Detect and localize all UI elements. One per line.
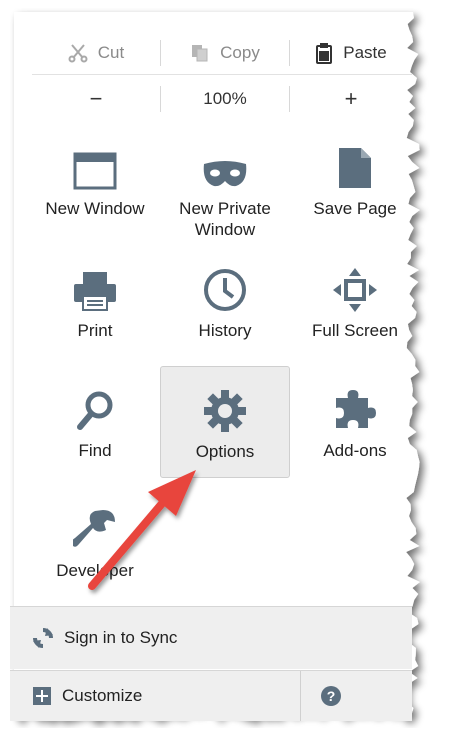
new-private-window-label: New Private Window	[179, 199, 271, 239]
firefox-menu-panel: Cut Copy Paste − 100% + New Window New P…	[10, 8, 430, 728]
clipboard-icon	[316, 43, 333, 64]
svg-text:?: ?	[327, 688, 336, 704]
new-window-label: New Window	[45, 199, 145, 218]
new-window-button[interactable]: New Window	[30, 128, 160, 240]
find-label: Find	[78, 441, 112, 460]
zoom-in-button[interactable]: +	[290, 82, 412, 116]
sync-icon	[33, 628, 53, 648]
wrench-icon	[73, 510, 115, 547]
copy-button[interactable]: Copy	[161, 36, 289, 70]
history-label: History	[198, 321, 252, 340]
cut-button[interactable]: Cut	[32, 36, 160, 70]
print-button[interactable]: Print	[30, 250, 160, 362]
magnifier-icon	[77, 391, 113, 430]
scissors-icon	[68, 44, 88, 63]
zoom-controls-row: − 100% +	[32, 82, 412, 116]
copy-icon	[192, 45, 208, 62]
zoom-reset-button[interactable]: 100%	[161, 82, 289, 116]
full-screen-label: Full Screen	[312, 321, 398, 340]
zoom-level: 100%	[203, 89, 247, 108]
printer-icon	[74, 272, 116, 311]
divider	[32, 74, 412, 75]
find-button[interactable]: Find	[30, 370, 160, 482]
plus-square-icon	[33, 687, 51, 705]
save-page-label: Save Page	[313, 199, 397, 218]
add-ons-label: Add-ons	[323, 441, 387, 460]
cut-label: Cut	[97, 43, 125, 62]
plus-icon: +	[344, 86, 358, 111]
developer-button[interactable]: Developer	[30, 490, 160, 602]
copy-label: Copy	[220, 43, 260, 62]
edit-controls-row: Cut Copy Paste	[32, 36, 412, 70]
page-icon	[339, 148, 371, 188]
developer-label: Developer	[56, 561, 134, 580]
customize-label: Customize	[62, 686, 143, 705]
save-page-button[interactable]: Save Page	[290, 128, 420, 240]
sync-label: Sign in to Sync	[64, 628, 178, 647]
paste-button[interactable]: Paste	[290, 36, 412, 70]
help-button[interactable]: ?	[301, 671, 361, 721]
sign-in-to-sync-button[interactable]: Sign in to Sync	[10, 606, 412, 669]
paste-label: Paste	[343, 43, 387, 62]
history-button[interactable]: History	[160, 250, 290, 362]
add-ons-button[interactable]: Add-ons	[290, 370, 420, 482]
window-icon	[73, 152, 117, 190]
footer-bottom-bar: Customize ?	[10, 670, 412, 721]
customize-button[interactable]: Customize	[10, 671, 301, 721]
clock-icon	[204, 269, 246, 311]
new-private-window-button[interactable]: New Private Window	[160, 128, 290, 240]
gear-icon	[204, 390, 246, 432]
options-label: Options	[195, 442, 255, 461]
print-label: Print	[77, 321, 113, 340]
help-icon: ?	[321, 686, 341, 706]
full-screen-button[interactable]: Full Screen	[290, 250, 420, 362]
mask-icon	[203, 161, 247, 187]
puzzle-icon	[336, 390, 376, 428]
options-button[interactable]: Options	[160, 366, 290, 478]
fullscreen-icon	[333, 268, 377, 312]
zoom-out-button[interactable]: −	[32, 82, 160, 116]
minus-icon: −	[89, 86, 103, 111]
